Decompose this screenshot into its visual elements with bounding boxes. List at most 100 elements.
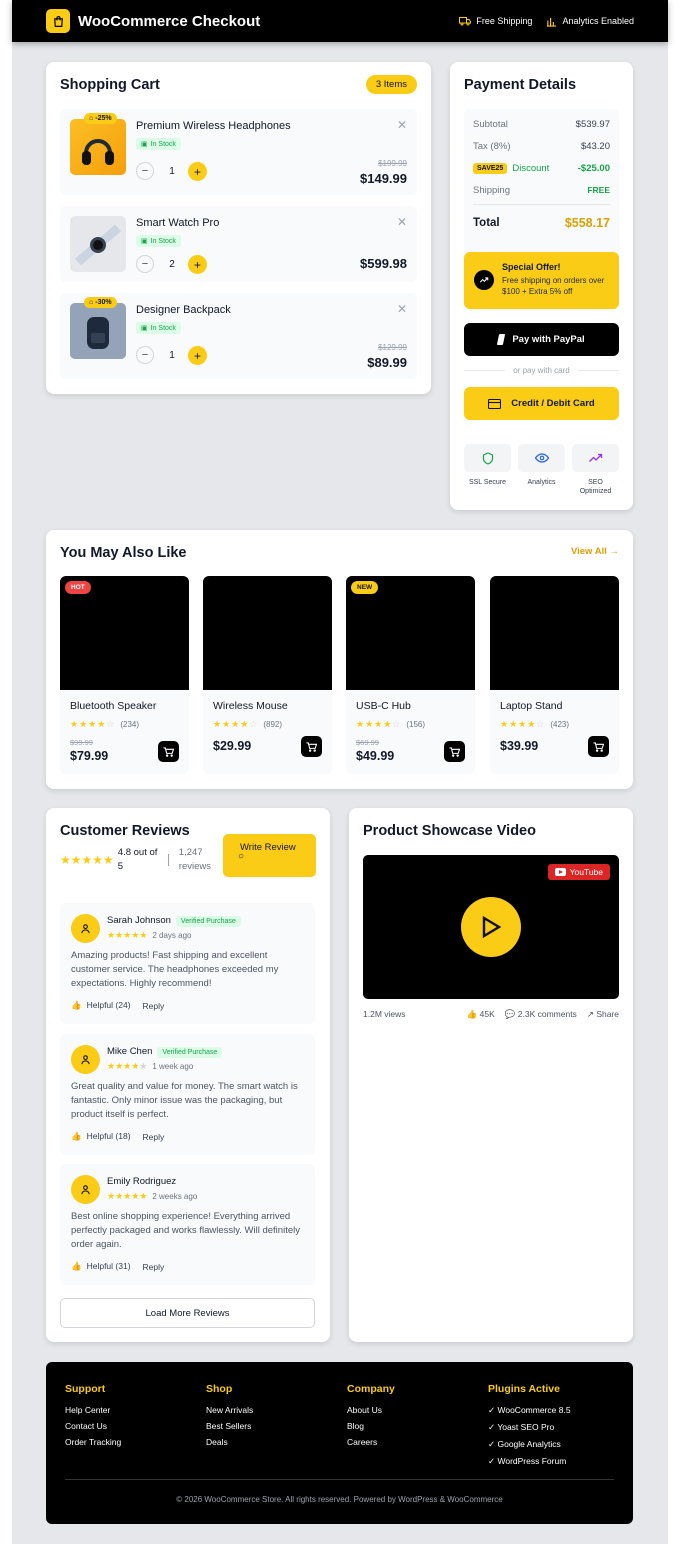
review-text: Amazing products! Fast shipping and exce… bbox=[71, 950, 279, 989]
old-price: $69.99 bbox=[356, 738, 379, 747]
helpful-button[interactable]: 👍 Helpful (24) bbox=[71, 1000, 131, 1011]
product-name: Smart Watch Pro bbox=[136, 217, 220, 229]
product-image bbox=[490, 576, 619, 690]
likes[interactable]: 👍 45K bbox=[467, 1009, 495, 1020]
review-count: (892) bbox=[263, 720, 283, 729]
decrease-qty-button[interactable]: − bbox=[136, 255, 154, 273]
load-more-reviews-button[interactable]: Load More Reviews bbox=[60, 1298, 315, 1328]
item-price: $599.98 bbox=[360, 256, 407, 271]
thumbs-up-icon: 👍 bbox=[71, 1261, 82, 1271]
reply-button[interactable]: Reply bbox=[143, 1262, 165, 1272]
product-card[interactable]: NEW USB-C Hub ★★★★☆ (156) $69.99 $49.99 bbox=[346, 576, 475, 774]
reply-button[interactable]: Reply bbox=[143, 1001, 165, 1011]
free-shipping-label: Free Shipping bbox=[476, 16, 533, 26]
add-to-cart-button[interactable] bbox=[588, 736, 609, 757]
video-player[interactable]: YouTube bbox=[363, 855, 619, 999]
add-to-cart-button[interactable] bbox=[301, 736, 322, 757]
add-to-cart-button[interactable] bbox=[158, 741, 179, 762]
cart-item: ⌂ -30% Designer Backpack ▣ In Stock − 1 + … bbox=[60, 293, 417, 379]
price: $79.99 bbox=[70, 749, 109, 763]
footer-link[interactable]: About Us bbox=[347, 1405, 477, 1415]
feature-badges: SSL Secure Analytics SEO Optimized bbox=[464, 444, 619, 496]
add-to-cart-button[interactable] bbox=[444, 741, 465, 762]
helpful-label: Helpful (24) bbox=[86, 1000, 131, 1010]
related-products-card: You May Also Like View All → HOT Bluetoo… bbox=[46, 530, 633, 789]
ssl-feature: SSL Secure bbox=[464, 444, 511, 496]
footer: Support Help Center Contact Us Order Tra… bbox=[46, 1362, 633, 1524]
likes-count: 45K bbox=[479, 1009, 495, 1019]
footer-link[interactable]: Contact Us bbox=[65, 1421, 195, 1431]
product-name: Designer Backpack bbox=[136, 304, 231, 316]
card-payment-button[interactable]: Credit / Debit Card bbox=[464, 387, 619, 420]
reviewer-name: Mike Chen bbox=[107, 1046, 153, 1057]
tag-icon: ⌂ bbox=[89, 299, 94, 306]
decrease-qty-button[interactable]: − bbox=[136, 346, 154, 364]
helpful-button[interactable]: 👍 Helpful (31) bbox=[71, 1261, 131, 1272]
cart-title: Shopping Cart bbox=[60, 77, 160, 93]
product-card[interactable]: Laptop Stand ★★★★☆ (423) $39.99 bbox=[490, 576, 619, 774]
shipping-value: FREE bbox=[587, 185, 610, 195]
stock-text: In Stock bbox=[150, 237, 176, 245]
decrease-qty-button[interactable]: − bbox=[136, 162, 154, 180]
product-image bbox=[203, 576, 332, 690]
helpful-button[interactable]: 👍 Helpful (18) bbox=[71, 1131, 131, 1142]
tag-icon: ⌂ bbox=[89, 115, 94, 122]
rating: ★★★★☆ (892) bbox=[213, 719, 282, 730]
increase-qty-button[interactable]: + bbox=[188, 162, 207, 181]
review-meta: ★★★★★ 2 weeks ago bbox=[107, 1191, 197, 1202]
footer-link[interactable]: Best Sellers bbox=[206, 1421, 336, 1431]
truck-icon bbox=[459, 17, 472, 26]
plugin-item: ✓ WooCommerce 8.5 bbox=[488, 1405, 571, 1415]
footer-col-shop: Shop New Arrivals Best Sellers Deals bbox=[206, 1383, 336, 1453]
five-stars-icon: ★★★★★ bbox=[60, 853, 114, 867]
review-time: 2 days ago bbox=[152, 931, 192, 940]
item-price: $149.99 bbox=[360, 171, 407, 186]
analytics-badge: Analytics Enabled bbox=[546, 16, 634, 27]
comments[interactable]: 💬 2.3K comments bbox=[505, 1009, 577, 1020]
review-count: (156) bbox=[406, 720, 426, 729]
footer-link[interactable]: Help Center bbox=[65, 1405, 195, 1415]
thumbs-up-icon: 👍 bbox=[466, 1009, 478, 1019]
shipping-row: Shipping FREE bbox=[473, 185, 610, 205]
card-payment-label: Credit / Debit Card bbox=[511, 398, 595, 409]
star-rating-icon: ★★★★★ bbox=[107, 1191, 148, 1201]
quantity-value: 1 bbox=[169, 350, 175, 361]
write-review-button[interactable]: ○ Write Review bbox=[223, 834, 316, 877]
increase-qty-button[interactable]: + bbox=[188, 255, 207, 274]
increase-qty-button[interactable]: + bbox=[188, 346, 207, 365]
footer-link[interactable]: Order Tracking bbox=[65, 1437, 195, 1447]
discount-text: -30% bbox=[95, 299, 112, 306]
product-card[interactable]: Wireless Mouse ★★★★☆ (892) $29.99 bbox=[203, 576, 332, 774]
box-icon: ▣ bbox=[141, 325, 148, 332]
tax-row: Tax (8%) $43.20 bbox=[473, 141, 610, 152]
view-count: 1.2M views bbox=[363, 1009, 406, 1019]
play-icon[interactable] bbox=[461, 897, 521, 957]
review-count: (234) bbox=[120, 720, 140, 729]
footer-link[interactable]: Blog bbox=[347, 1421, 477, 1431]
or-text: or pay with card bbox=[513, 366, 570, 375]
ssl-label: SSL Secure bbox=[468, 479, 507, 486]
share-button[interactable]: ↗ Share bbox=[587, 1009, 619, 1020]
user-avatar-icon bbox=[71, 1175, 100, 1204]
youtube-badge: YouTube bbox=[547, 864, 610, 880]
footer-link[interactable]: New Arrivals bbox=[206, 1405, 336, 1415]
subtotal-value: $539.97 bbox=[575, 119, 610, 130]
view-all-link[interactable]: View All → bbox=[571, 546, 619, 557]
reply-button[interactable]: Reply bbox=[143, 1132, 165, 1142]
star-rating-icon: ★★★★☆ bbox=[356, 719, 402, 729]
footer-link[interactable]: Deals bbox=[206, 1437, 336, 1447]
review-time: 1 week ago bbox=[152, 1062, 194, 1071]
shopping-bag-icon[interactable] bbox=[46, 9, 70, 33]
paypal-button[interactable]: Pay with PayPal bbox=[464, 323, 619, 356]
footer-link[interactable]: Careers bbox=[347, 1437, 477, 1447]
cart-icon bbox=[449, 746, 460, 757]
product-card[interactable]: HOT Bluetooth Speaker ★★★★☆ (234) $99.99 … bbox=[60, 576, 189, 774]
remove-item-icon[interactable]: ✕ bbox=[397, 302, 407, 316]
remove-item-icon[interactable]: ✕ bbox=[397, 215, 407, 229]
bar-chart-icon bbox=[547, 17, 557, 27]
seo-label: SEO Optimized bbox=[579, 479, 612, 495]
offer-title: Special Offer! bbox=[502, 262, 561, 272]
footer-heading: Support bbox=[65, 1383, 106, 1395]
quantity-value: 1 bbox=[169, 166, 175, 177]
remove-item-icon[interactable]: ✕ bbox=[397, 118, 407, 132]
